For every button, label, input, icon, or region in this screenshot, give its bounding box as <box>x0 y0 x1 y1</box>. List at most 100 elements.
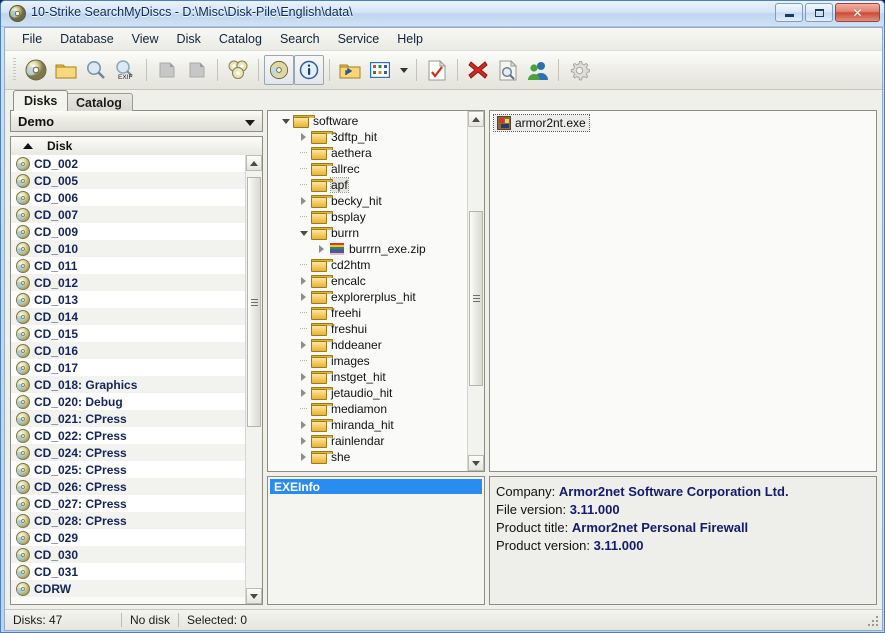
file-list-item[interactable]: armor2nt.exe <box>493 114 590 132</box>
chevron-right-icon[interactable] <box>298 388 309 399</box>
tree-scroll-thumb[interactable] <box>469 211 483 386</box>
scroll-up-button[interactable] <box>246 155 262 171</box>
chevron-right-icon[interactable] <box>298 132 309 143</box>
close-button[interactable]: ✕ <box>835 3 880 22</box>
search-icon[interactable] <box>81 55 111 85</box>
folder-tree-node[interactable]: images <box>268 353 467 369</box>
chevron-right-icon[interactable] <box>298 420 309 431</box>
tree-scroll-up-button[interactable] <box>468 111 484 127</box>
disk-list-row[interactable]: CD_005 <box>11 172 245 189</box>
folder-tree-scrollbar[interactable] <box>467 111 484 471</box>
disk-list-header[interactable]: Disk <box>11 137 262 156</box>
folder-tree-node[interactable]: aethera <box>268 145 467 161</box>
info-icon[interactable] <box>294 55 324 85</box>
minimize-button[interactable] <box>775 3 803 22</box>
folder-tree-node[interactable]: explorerplus_hit <box>268 289 467 305</box>
chevron-right-icon[interactable] <box>298 292 309 303</box>
folder-tree-node[interactable]: miranda_hit <box>268 417 467 433</box>
folder-tree-node[interactable]: rainlendar <box>268 433 467 449</box>
folder-tree-node[interactable]: burrn <box>268 225 467 241</box>
disk-list-row[interactable]: CD_026: CPress <box>11 478 245 495</box>
folder-tree-node[interactable]: bsplay <box>268 209 467 225</box>
chevron-right-icon[interactable] <box>298 372 309 383</box>
folder-tree-node[interactable]: software <box>268 113 467 129</box>
settings-icon[interactable] <box>564 55 594 85</box>
tree-scroll-down-button[interactable] <box>468 455 484 471</box>
menu-database[interactable]: Database <box>51 30 123 48</box>
chevron-down-icon[interactable] <box>245 120 255 126</box>
disk-list-row[interactable]: CD_010 <box>11 240 245 257</box>
folder-tree-node[interactable]: jetaudio_hit <box>268 385 467 401</box>
chevron-down-icon[interactable] <box>280 116 291 127</box>
preview-icon[interactable] <box>493 55 523 85</box>
disk-list-row[interactable]: CD_017 <box>11 359 245 376</box>
disk-list-row[interactable]: CD_029 <box>11 529 245 546</box>
folder-tree-node[interactable]: instget_hit <box>268 369 467 385</box>
disk-list-row[interactable]: CD_018: Graphics <box>11 376 245 393</box>
chevron-right-icon[interactable] <box>298 340 309 351</box>
open-folder-icon[interactable] <box>51 55 81 85</box>
chevron-right-icon[interactable] <box>298 276 309 287</box>
disk-list-row[interactable]: CD_031 <box>11 563 245 580</box>
folder-tree-node[interactable]: burrrn_exe.zip <box>268 241 467 257</box>
up-folder-icon[interactable] <box>335 55 365 85</box>
disk-list-scrollbar[interactable] <box>245 155 262 604</box>
scan-disk-icon[interactable] <box>21 55 51 85</box>
toolbar-grip[interactable] <box>13 58 16 82</box>
disk-list-row[interactable]: CD_025: CPress <box>11 461 245 478</box>
chevron-right-icon[interactable] <box>298 436 309 447</box>
users-icon[interactable] <box>523 55 553 85</box>
chevron-right-icon[interactable] <box>298 196 309 207</box>
disk-properties-icon[interactable] <box>264 55 294 85</box>
delete-icon[interactable] <box>463 55 493 85</box>
menu-service[interactable]: Service <box>329 30 389 48</box>
folder-tree-node[interactable]: freehi <box>268 305 467 321</box>
disk-list-row[interactable]: CD_020: Debug <box>11 393 245 410</box>
disk-list-row[interactable]: CD_016 <box>11 342 245 359</box>
disk-list-row[interactable]: CD_009 <box>11 223 245 240</box>
disk-list-row[interactable]: CD_007 <box>11 206 245 223</box>
catalog-selector[interactable]: Demo <box>10 110 263 132</box>
view-mode-icon[interactable] <box>365 55 395 85</box>
folder-tree-node[interactable]: encalc <box>268 273 467 289</box>
menu-catalog[interactable]: Catalog <box>210 30 271 48</box>
tab-catalog[interactable]: Catalog <box>65 93 133 111</box>
cut-icon[interactable] <box>152 55 182 85</box>
disk-list-row[interactable]: CD_012 <box>11 274 245 291</box>
folder-tree-node[interactable]: apf <box>268 177 467 193</box>
scroll-thumb[interactable] <box>247 177 261 427</box>
maximize-button[interactable] <box>805 3 833 22</box>
disk-list-row[interactable]: CD_022: CPress <box>11 427 245 444</box>
folder-tree-node[interactable]: cd2htm <box>268 257 467 273</box>
chevron-right-icon[interactable] <box>316 244 327 255</box>
resize-grip-icon[interactable] <box>866 614 880 628</box>
folder-tree-node[interactable]: hddeaner <box>268 337 467 353</box>
disk-list-row[interactable]: CD_021: CPress <box>11 410 245 427</box>
search-exif-icon[interactable]: EXIF <box>111 55 141 85</box>
scroll-down-button[interactable] <box>246 588 262 604</box>
folder-tree-node[interactable]: she <box>268 449 467 465</box>
copy-icon[interactable] <box>182 55 212 85</box>
folder-tree-node[interactable]: becky_hit <box>268 193 467 209</box>
menu-disk[interactable]: Disk <box>168 30 210 48</box>
chevron-down-icon[interactable] <box>298 228 309 239</box>
disc-collection-icon[interactable] <box>223 55 253 85</box>
disk-list-row[interactable]: CD_028: CPress <box>11 512 245 529</box>
menu-file[interactable]: File <box>13 30 51 48</box>
disk-list-row[interactable]: CD_011 <box>11 257 245 274</box>
menu-view[interactable]: View <box>123 30 168 48</box>
info-category-exeinfo[interactable]: EXEInfo <box>270 479 482 494</box>
disk-list-row[interactable]: CD_015 <box>11 325 245 342</box>
view-mode-dropdown-icon[interactable] <box>395 55 411 85</box>
folder-tree-node[interactable]: freshui <box>268 321 467 337</box>
disk-list-row[interactable]: CD_024: CPress <box>11 444 245 461</box>
disk-list-row[interactable]: CD_027: CPress <box>11 495 245 512</box>
menu-search[interactable]: Search <box>271 30 329 48</box>
disk-list-row[interactable]: CDRW <box>11 580 245 597</box>
folder-tree-node[interactable]: allrec <box>268 161 467 177</box>
disk-list-row[interactable]: CD_013 <box>11 291 245 308</box>
menu-help[interactable]: Help <box>388 30 432 48</box>
disk-list-row[interactable]: CD_002 <box>11 155 245 172</box>
folder-tree-node[interactable]: mediamon <box>268 401 467 417</box>
chevron-right-icon[interactable] <box>298 452 309 463</box>
